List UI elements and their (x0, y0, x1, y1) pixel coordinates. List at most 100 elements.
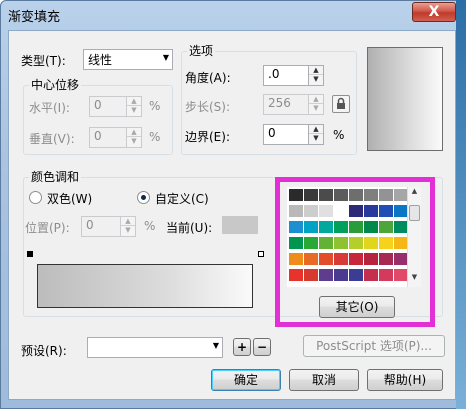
angle-input[interactable]: .0 (263, 65, 309, 86)
color-swatch[interactable] (379, 221, 393, 233)
window-edge (456, 0, 466, 409)
color-swatch[interactable] (319, 237, 333, 249)
color-swatch[interactable] (289, 205, 303, 217)
color-swatch[interactable] (364, 189, 378, 201)
color-swatch[interactable] (349, 237, 363, 249)
color-swatch[interactable] (364, 253, 378, 265)
edge-input[interactable]: 0 (263, 124, 309, 145)
color-swatch[interactable] (379, 253, 393, 265)
color-swatch[interactable] (379, 189, 393, 201)
angle-label: 角度(A): (185, 71, 231, 85)
color-palette[interactable] (287, 187, 408, 287)
color-swatch[interactable] (334, 221, 348, 233)
scroll-up-icon[interactable]: ▲ (408, 187, 421, 197)
color-swatch[interactable] (304, 221, 318, 233)
color-swatch[interactable] (379, 237, 393, 249)
color-swatch[interactable] (319, 253, 333, 265)
horizontal-unit: % (149, 99, 161, 113)
type-combo[interactable]: 线性 ▼ (83, 49, 173, 70)
type-label: 类型(T): (21, 54, 66, 68)
vertical-label: 垂直(V): (29, 132, 75, 146)
steps-spinner[interactable]: ▲ ▼ (308, 94, 324, 115)
steps-input[interactable]: 256 (263, 94, 309, 115)
color-swatch[interactable] (319, 269, 333, 281)
chevron-down-icon: ▼ (162, 53, 169, 62)
color-swatch[interactable] (349, 205, 363, 217)
two-color-radio[interactable] (29, 191, 42, 204)
horizontal-spinner[interactable]: ▲ ▼ (126, 96, 142, 117)
color-swatch[interactable] (334, 189, 348, 201)
color-swatch[interactable] (349, 189, 363, 201)
color-swatch[interactable] (364, 237, 378, 249)
color-swatch[interactable] (304, 237, 318, 249)
color-swatch[interactable] (304, 269, 318, 281)
color-swatch[interactable] (319, 205, 333, 217)
gradient-preview (367, 47, 443, 151)
edge-spinner[interactable]: ▲ ▼ (308, 124, 324, 145)
other-color-button[interactable]: 其它(O) (319, 296, 395, 318)
position-input[interactable]: 0 (81, 216, 121, 237)
add-preset-button[interactable]: + (233, 338, 251, 356)
steps-label: 步长(S): (185, 100, 231, 114)
color-swatch[interactable] (379, 205, 393, 217)
vertical-input[interactable]: 0 (89, 127, 127, 148)
edge-unit: % (333, 128, 345, 142)
color-swatch[interactable] (379, 269, 393, 281)
scroll-thumb[interactable] (409, 205, 420, 221)
color-swatch[interactable] (394, 237, 408, 249)
lock-icon (337, 97, 345, 109)
color-swatch[interactable] (394, 205, 408, 217)
lock-button[interactable] (332, 95, 350, 113)
center-offset-title: 中心位移 (29, 76, 82, 93)
custom-radio[interactable] (137, 191, 150, 204)
plus-icon: + (236, 340, 248, 354)
start-marker[interactable] (27, 251, 33, 257)
vertical-unit: % (149, 130, 161, 144)
color-swatch[interactable] (364, 269, 378, 281)
color-swatch[interactable] (349, 253, 363, 265)
color-swatch[interactable] (289, 253, 303, 265)
vertical-spinner[interactable]: ▲ ▼ (126, 127, 142, 148)
end-marker[interactable] (258, 251, 264, 257)
color-swatch[interactable] (334, 205, 348, 217)
custom-label: 自定义(C) (155, 192, 209, 206)
color-swatch[interactable] (394, 269, 408, 281)
horizontal-input[interactable]: 0 (89, 96, 127, 117)
cancel-button[interactable]: 取消 (289, 369, 359, 391)
color-swatch[interactable] (349, 269, 363, 281)
color-swatch[interactable] (319, 189, 333, 201)
position-spinner[interactable]: ▲ ▼ (120, 216, 136, 237)
color-swatch[interactable] (364, 205, 378, 217)
options-title: 选项 (187, 42, 216, 59)
horizontal-label: 水平(I): (29, 101, 70, 115)
color-swatch[interactable] (289, 221, 303, 233)
color-swatch[interactable] (289, 189, 303, 201)
current-label: 当前(U): (166, 221, 213, 235)
position-label: 位置(P): (25, 221, 70, 235)
color-swatch[interactable] (364, 221, 378, 233)
color-swatch[interactable] (394, 189, 408, 201)
color-swatch[interactable] (289, 237, 303, 249)
color-swatch[interactable] (394, 221, 408, 233)
color-swatch[interactable] (319, 221, 333, 233)
color-swatch[interactable] (334, 237, 348, 249)
remove-preset-button[interactable]: − (253, 338, 271, 356)
color-swatch[interactable] (304, 189, 318, 201)
color-swatch[interactable] (334, 253, 348, 265)
scroll-down-icon[interactable]: ▼ (408, 273, 421, 283)
position-unit: % (144, 219, 156, 233)
palette-scrollbar[interactable]: ▲ ▼ (407, 187, 421, 287)
color-swatch[interactable] (334, 269, 348, 281)
ok-button[interactable]: 确定 (211, 369, 281, 391)
preset-combo[interactable]: ▼ (87, 337, 223, 358)
help-button[interactable]: 帮助(H) (367, 369, 443, 391)
color-swatch[interactable] (304, 205, 318, 217)
close-button[interactable]: X (412, 2, 456, 22)
color-swatch[interactable] (394, 253, 408, 265)
color-swatch[interactable] (304, 253, 318, 265)
color-swatch[interactable] (289, 269, 303, 281)
angle-spinner[interactable]: ▲ ▼ (308, 65, 324, 86)
color-swatch[interactable] (349, 221, 363, 233)
postscript-options-button[interactable]: PostScript 选项(P)... (303, 335, 445, 357)
gradient-bar[interactable] (37, 264, 253, 308)
